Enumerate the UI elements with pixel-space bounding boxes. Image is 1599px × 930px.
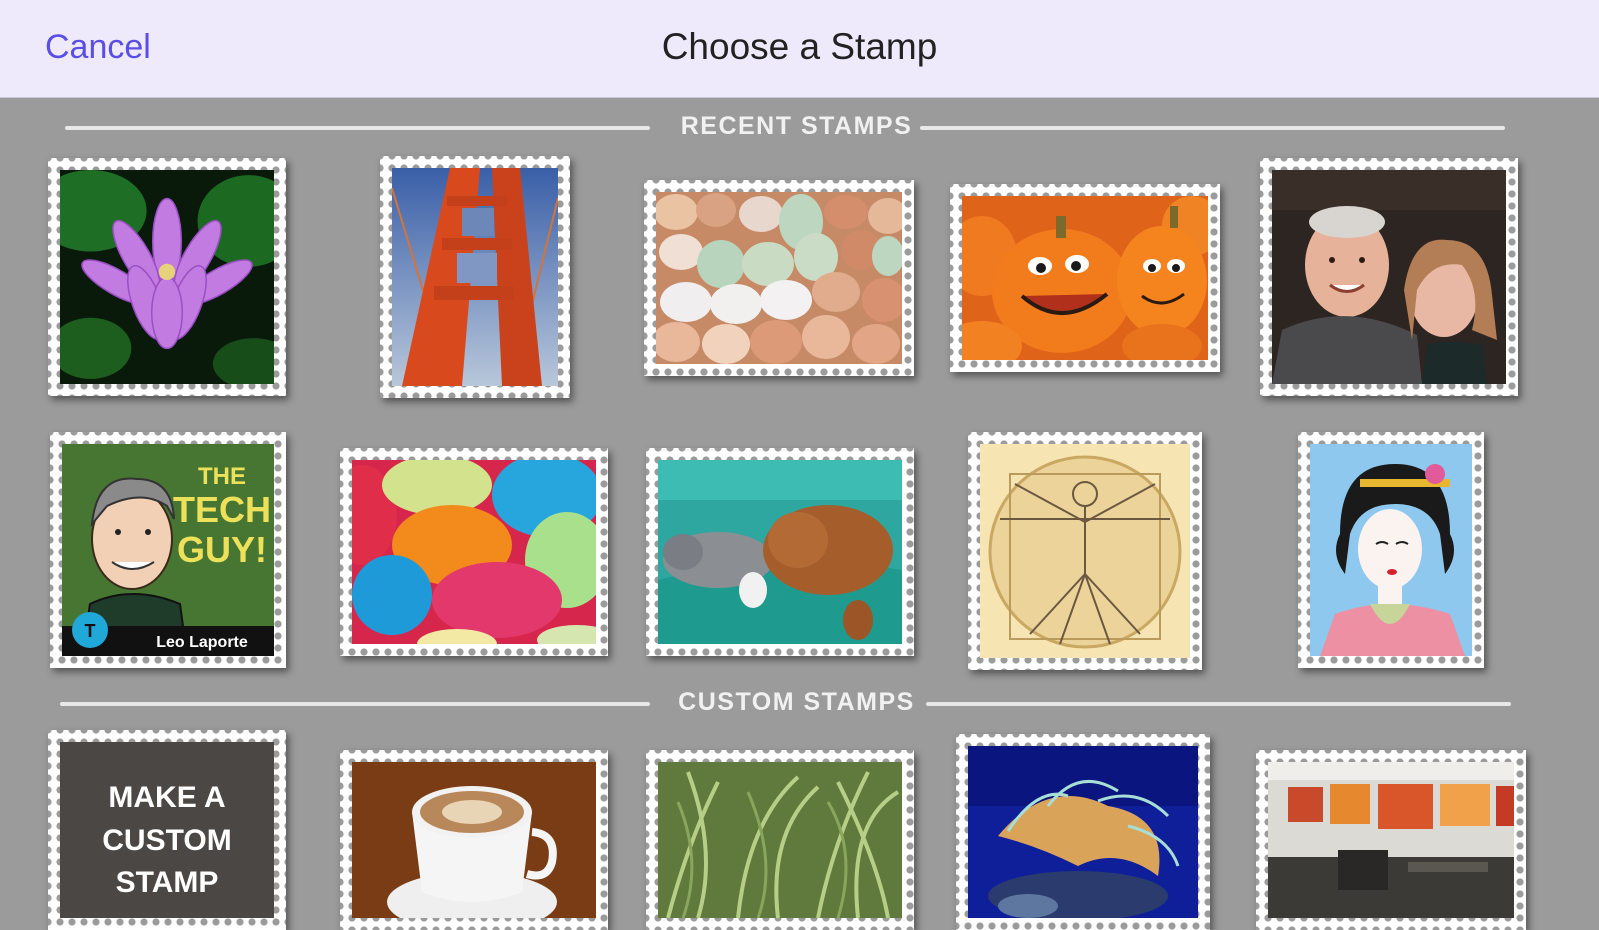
stamp-grass[interactable] (646, 750, 914, 930)
stamp-image (1272, 170, 1506, 384)
stamp-image (392, 168, 558, 386)
stamp-geisha[interactable] (1298, 432, 1484, 668)
stamp-image (352, 460, 596, 644)
stamp-image (352, 762, 596, 918)
recent-stamps-label: RECENT STAMPS (680, 112, 913, 140)
stamp-vitruvian-man[interactable] (968, 432, 1202, 670)
stamp-bridge[interactable] (380, 156, 570, 398)
tech-guy-caption: Leo Laporte (156, 634, 248, 651)
stamp-image (1268, 762, 1514, 918)
stamp-image (968, 746, 1198, 918)
tech-guy-line2: TECH (173, 489, 271, 530)
stamp-image (656, 192, 902, 364)
cancel-button[interactable]: Cancel (45, 28, 151, 67)
make-custom-stamp-button[interactable]: MAKE A CUSTOM STAMP (48, 730, 286, 930)
custom-stamps-header: CUSTOM STAMPS (60, 688, 1533, 718)
stamp-easter-eggs[interactable] (340, 448, 608, 656)
make-custom-line3: STAMP (116, 866, 219, 899)
stamp-image (1310, 444, 1472, 656)
stamp-anemone[interactable] (956, 734, 1210, 930)
tech-guy-line1: THE (198, 463, 246, 490)
stamp-dogs[interactable] (646, 448, 914, 656)
make-custom-line1: MAKE A (108, 781, 225, 814)
svg-text:T: T (85, 621, 96, 641)
stamp-cappuccino[interactable] (340, 750, 608, 930)
stamp-lotus[interactable] (48, 158, 286, 396)
stamp-eggs[interactable] (644, 180, 914, 376)
stamp-gallery[interactable] (1256, 750, 1526, 930)
stamp-couple[interactable] (1260, 158, 1518, 396)
navigation-bar: Choose a Stamp Cancel (0, 0, 1599, 98)
stamp-image (962, 196, 1208, 360)
stamp-image (658, 460, 902, 644)
tech-guy-line3: GUY! (177, 529, 267, 570)
page-title: Choose a Stamp (661, 26, 938, 67)
stamp-image: MAKE A CUSTOM STAMP (60, 742, 274, 918)
stamp-tech-guy[interactable]: T THE TECH GUY! Leo Laporte (50, 432, 286, 668)
make-custom-line2: CUSTOM (102, 824, 231, 857)
stamp-pumpkins[interactable] (950, 184, 1220, 372)
recent-stamps-header: RECENT STAMPS (60, 112, 1533, 142)
stamp-image (60, 170, 274, 384)
stamp-image: T THE TECH GUY! Leo Laporte (62, 444, 274, 656)
stamp-image (658, 762, 902, 918)
stamp-image (980, 444, 1190, 658)
custom-stamps-label: CUSTOM STAMPS (678, 688, 915, 716)
